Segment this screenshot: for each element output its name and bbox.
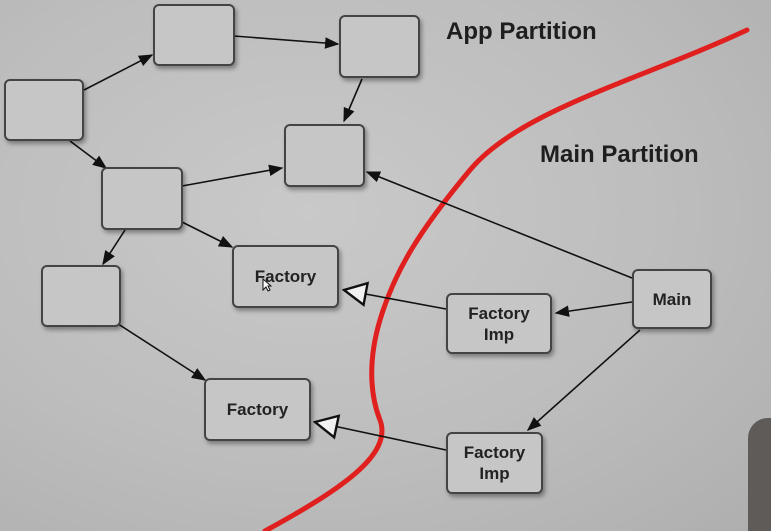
blank-node-e [101, 167, 183, 230]
presenter-silhouette [748, 418, 771, 531]
blank-node-a [4, 79, 84, 141]
factory-node-lower-label: Factory [226, 400, 289, 419]
factory-node-upper: Factory [232, 245, 339, 308]
edge-F-to-factory-lower [111, 319, 207, 381]
app-partition-title: App Partition [446, 18, 597, 45]
factory-imp-node-upper-label: Factory Imp [468, 303, 530, 344]
mouse-cursor-icon [262, 278, 272, 292]
factory-imp-node-lower: Factory Imp [446, 432, 543, 494]
main-node: Main [632, 269, 712, 329]
blank-node-f [41, 265, 121, 327]
blank-node-b [153, 4, 235, 66]
edge-E-to-D [181, 164, 284, 187]
factory-node-lower: Factory [204, 378, 311, 441]
blank-node-d [284, 124, 365, 187]
blank-node-c [339, 15, 420, 78]
slide-background: Factory Factory Factory Imp Factory Imp … [0, 0, 771, 531]
edge-A-to-E [69, 140, 108, 169]
edge-C-to-D [343, 78, 363, 123]
edge-main-to-factory-imp-upper [554, 301, 633, 317]
edge-A-to-B [83, 54, 154, 91]
edge-B-to-C [233, 35, 340, 49]
main-partition-title: Main Partition [540, 141, 699, 168]
factory-imp-node-lower-label: Factory Imp [463, 443, 526, 483]
implements-arrow-upper [344, 290, 447, 310]
main-node-label: Main [652, 289, 692, 309]
factory-imp-node-upper: Factory Imp [446, 293, 552, 354]
edge-E-to-factory-upper [177, 219, 234, 248]
edge-E-to-F [102, 229, 126, 266]
